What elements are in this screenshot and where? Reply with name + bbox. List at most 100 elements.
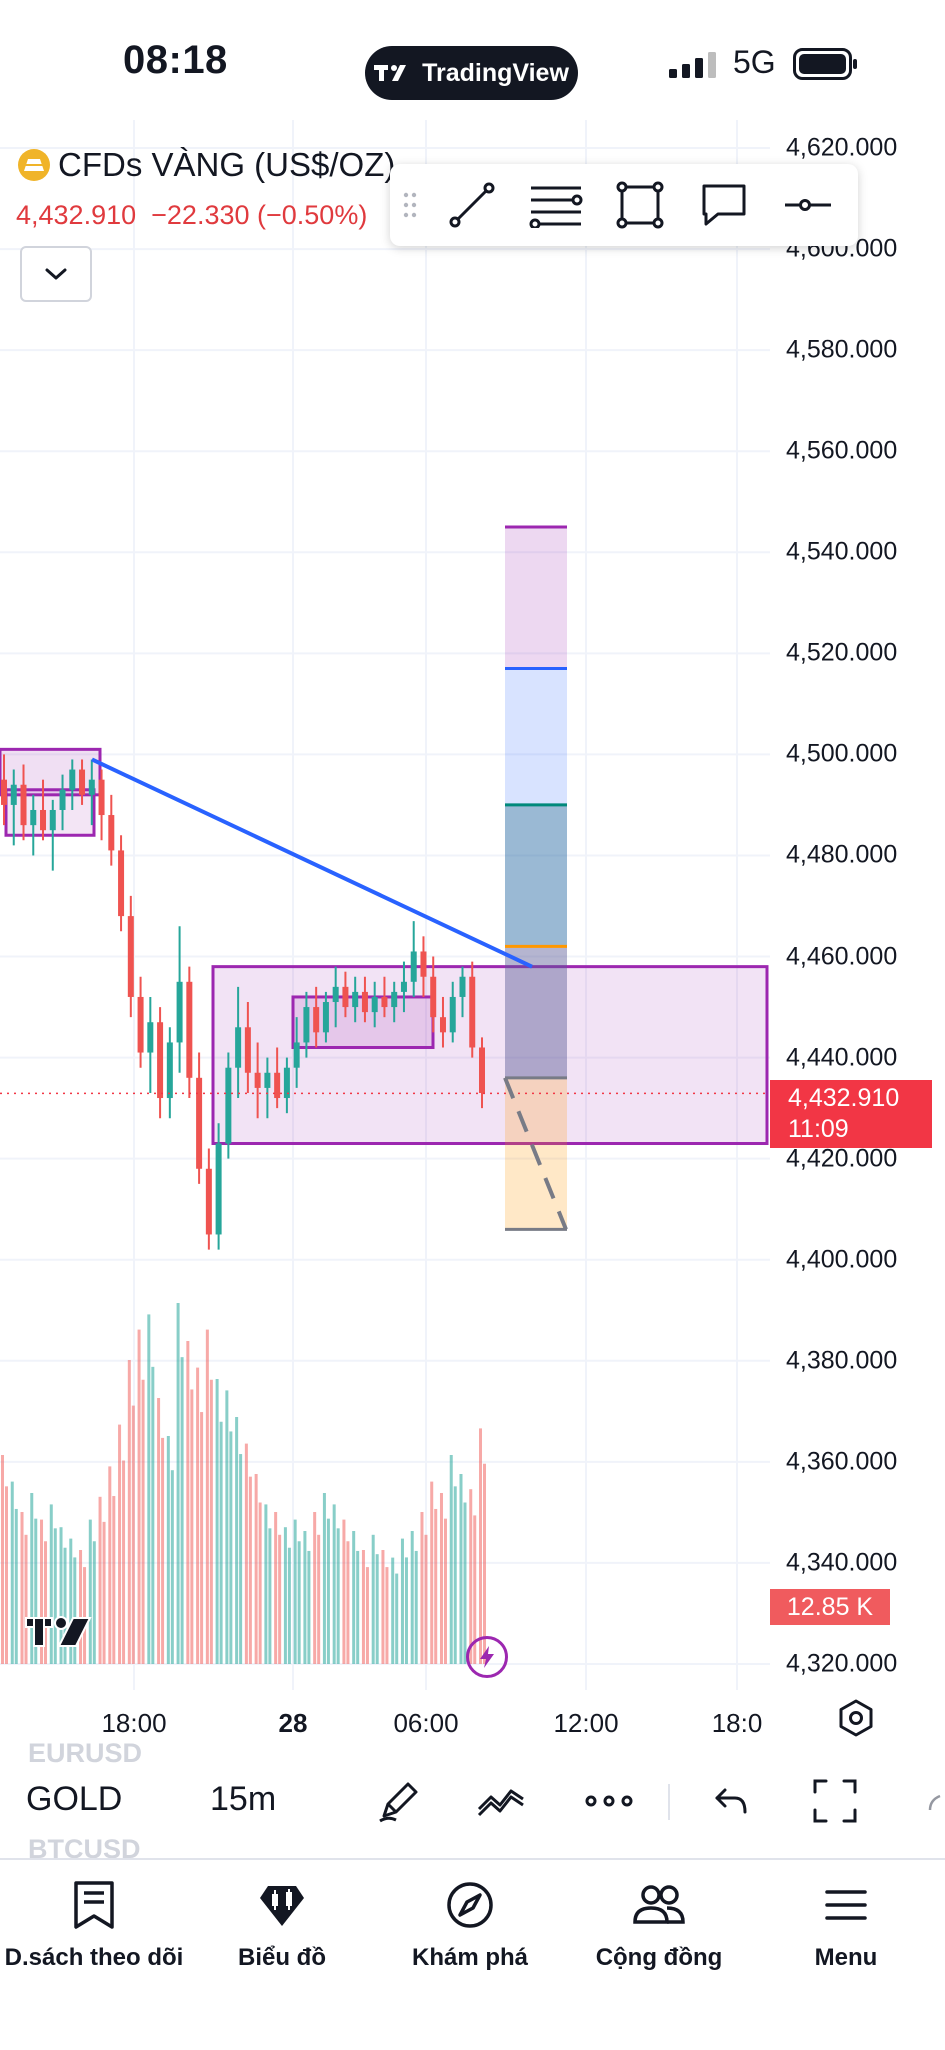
volume-bar	[430, 1481, 434, 1664]
chart-grid	[0, 120, 770, 1690]
more-icon[interactable]	[584, 1776, 634, 1826]
volume-bar	[274, 1512, 278, 1664]
candle-body	[264, 1072, 271, 1088]
undo-icon[interactable]	[706, 1776, 756, 1826]
price-label: 4,560.000	[786, 436, 898, 465]
candle-body	[313, 1007, 320, 1033]
quick-action-button[interactable]	[466, 1636, 508, 1678]
volume-bar	[424, 1534, 428, 1664]
trend-line	[91, 757, 533, 969]
candle-body	[469, 976, 476, 1048]
volume-bar	[157, 1398, 161, 1664]
interval-button[interactable]: 15m	[210, 1780, 276, 1819]
volume-bar	[200, 1412, 204, 1664]
volume-bar	[137, 1329, 141, 1664]
candle-body	[79, 769, 86, 795]
horizontal-ray-icon[interactable]	[766, 164, 850, 246]
network-type: 5G	[733, 44, 776, 80]
bar-countdown: 11:09	[788, 1115, 849, 1143]
volume-tag: 12.85 K	[770, 1589, 890, 1625]
nav-explore[interactable]: Khám phá	[400, 1880, 540, 1972]
nav-chart[interactable]: Biểu đồ	[212, 1880, 352, 1972]
candle-body	[371, 996, 378, 1013]
chevron-down-icon	[45, 268, 67, 280]
volume-bar	[10, 1481, 14, 1664]
price-change: −22.330	[151, 200, 250, 230]
candle-body	[30, 809, 37, 826]
volume-bar	[1, 1455, 4, 1664]
symbol-header[interactable]: CFDs VÀNG (US$/OZ)	[18, 146, 395, 184]
drawing-toolbar[interactable]	[390, 164, 858, 246]
volume-bar	[356, 1550, 360, 1664]
callout-icon[interactable]	[682, 164, 766, 246]
tradingview-pill[interactable]: TradingView	[365, 46, 578, 100]
app-pill-label: TradingView	[422, 58, 569, 87]
volume-bar	[170, 1470, 174, 1664]
price-label: 4,320.000	[786, 1649, 898, 1678]
expand-legend-button[interactable]	[20, 246, 92, 302]
volume-bar	[346, 1541, 350, 1664]
tradingview-logo-icon	[374, 65, 407, 81]
volume-bar	[151, 1366, 155, 1664]
time-label: 28	[278, 1708, 308, 1738]
projection-band	[505, 527, 567, 669]
volume-bar	[248, 1476, 252, 1664]
projection-band	[505, 804, 567, 947]
battery-icon	[793, 48, 857, 80]
nav-community[interactable]: Cộng đồng	[582, 1880, 736, 1972]
settings-icon[interactable]	[836, 1698, 876, 1738]
current-price-value: 4,432.910	[788, 1084, 900, 1112]
volume-bar	[264, 1504, 268, 1664]
volume-bar	[205, 1329, 209, 1664]
candle-body	[176, 981, 183, 1043]
volume-bar	[439, 1493, 443, 1664]
candle-body	[254, 1072, 261, 1088]
volume-bar	[469, 1489, 473, 1664]
volume-bar	[235, 1417, 239, 1664]
volume-bar	[410, 1531, 414, 1664]
candle-body	[381, 996, 388, 1008]
candle-body	[459, 976, 466, 997]
candle-body	[98, 779, 105, 816]
volume-bar	[400, 1538, 404, 1664]
symbol-button[interactable]: GOLD	[26, 1780, 122, 1819]
volume-bar	[283, 1527, 287, 1664]
indicators-icon[interactable]	[476, 1776, 526, 1826]
candle-body	[479, 1047, 485, 1093]
fullscreen-icon[interactable]	[810, 1776, 860, 1826]
symbol-name: CFDs VÀNG (US$/OZ)	[58, 146, 396, 183]
fib-retracement-icon[interactable]	[514, 164, 598, 246]
candle-body	[205, 1168, 212, 1235]
volume-bar	[102, 1521, 106, 1664]
volume-bar	[239, 1454, 243, 1664]
volume-bar	[332, 1504, 336, 1664]
volume-bar	[303, 1531, 307, 1664]
volume-bar	[391, 1557, 395, 1664]
faded-symbol-above: EURUSD	[28, 1738, 143, 1768]
volume-bar	[479, 1428, 482, 1664]
rectangle-icon[interactable]	[598, 164, 682, 246]
nav-menu[interactable]: Menu	[786, 1880, 906, 1972]
candle-body	[225, 1067, 232, 1144]
nav-watchlist[interactable]: D.sách theo dõi	[5, 1880, 183, 1972]
volume-bar	[186, 1341, 190, 1664]
volume-bar	[190, 1389, 194, 1664]
signal-icon	[669, 52, 716, 78]
candle-body	[49, 809, 56, 831]
nav-label: Khám phá	[411, 1944, 528, 1971]
candle-body	[244, 1027, 251, 1073]
volume-bar	[352, 1531, 356, 1664]
drag-handle-icon[interactable]	[390, 164, 430, 246]
volume-bar	[131, 1405, 135, 1664]
candle-body	[196, 1077, 203, 1169]
trend-line-icon[interactable]	[430, 164, 514, 246]
candle-body	[303, 1007, 310, 1043]
time-label: 18:00	[101, 1708, 167, 1738]
volume-bar	[219, 1421, 223, 1664]
pen-icon[interactable]	[374, 1776, 424, 1826]
candle-body	[322, 1002, 329, 1033]
candle-body	[10, 784, 17, 805]
volume-bar	[371, 1534, 375, 1664]
price-label: 4,500.000	[786, 739, 898, 768]
overflow-icon[interactable]	[926, 1792, 942, 1812]
